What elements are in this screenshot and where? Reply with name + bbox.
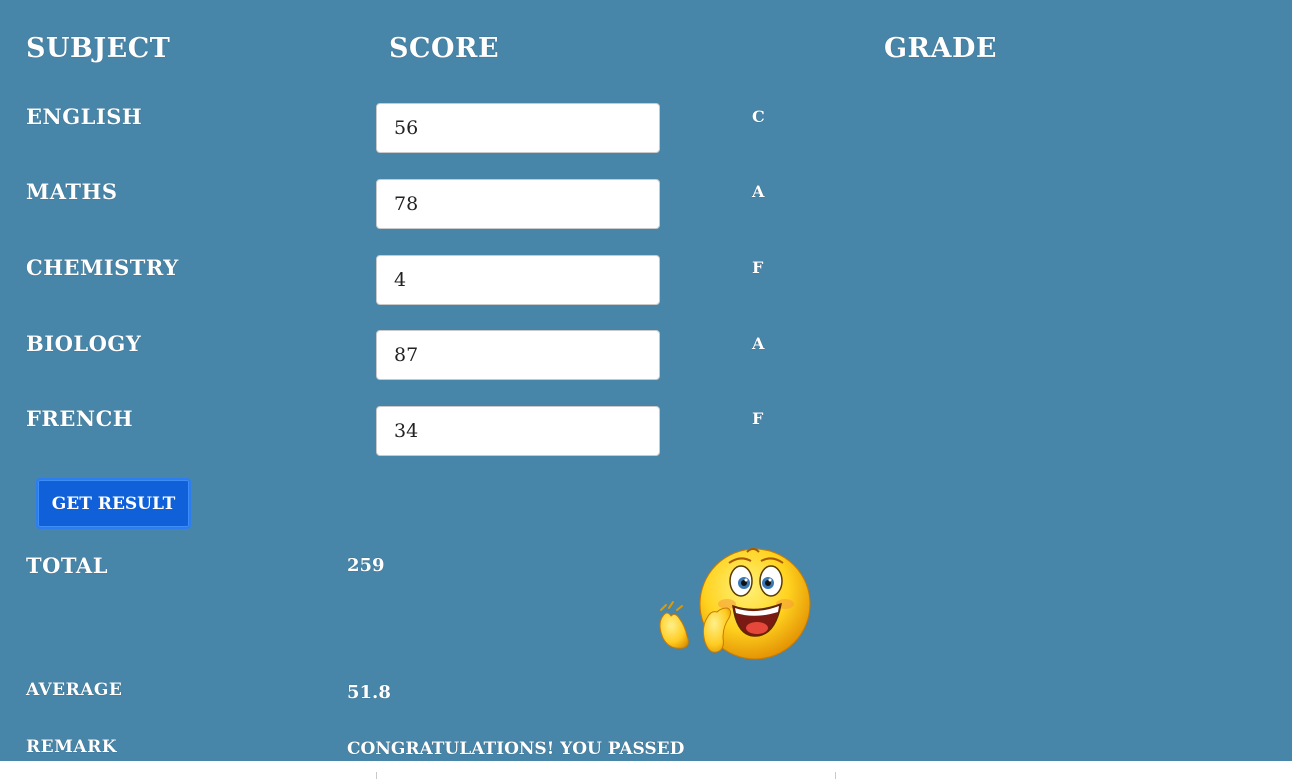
remark-value: CONGRATULATIONS! YOU PASSED	[347, 739, 685, 759]
average-value: 51.8	[347, 682, 391, 703]
score-column-header: SCORE	[389, 33, 500, 64]
grade-biology: A	[752, 334, 765, 353]
subject-label-chemistry: CHEMISTRY	[26, 255, 179, 280]
total-value: 259	[347, 555, 385, 576]
grade-french: F	[752, 409, 764, 428]
column-divider	[835, 772, 836, 779]
score-input-chemistry[interactable]	[376, 255, 660, 305]
remark-label: REMARK	[26, 737, 117, 757]
get-result-button[interactable]: GET RESULT	[36, 478, 191, 529]
score-input-english[interactable]	[376, 103, 660, 153]
total-label: TOTAL	[26, 553, 108, 578]
subject-label-maths: MATHS	[26, 179, 118, 204]
clapping-smiley-icon	[659, 548, 811, 660]
score-input-maths[interactable]	[376, 179, 660, 229]
grade-english: C	[752, 107, 765, 126]
subject-label-english: ENGLISH	[26, 104, 143, 129]
grade-chemistry: F	[752, 258, 764, 277]
subject-label-biology: BIOLOGY	[26, 331, 142, 356]
result-panel: SUBJECT SCORE GRADE ENGLISH C MATHS A CH…	[0, 0, 1292, 761]
average-label: AVERAGE	[26, 680, 123, 700]
score-input-biology[interactable]	[376, 330, 660, 380]
subject-label-french: FRENCH	[26, 406, 134, 431]
column-divider	[376, 772, 377, 779]
subject-column-header: SUBJECT	[26, 33, 171, 64]
grade-column-header: GRADE	[884, 33, 997, 64]
grade-maths: A	[752, 182, 765, 201]
score-input-french[interactable]	[376, 406, 660, 456]
